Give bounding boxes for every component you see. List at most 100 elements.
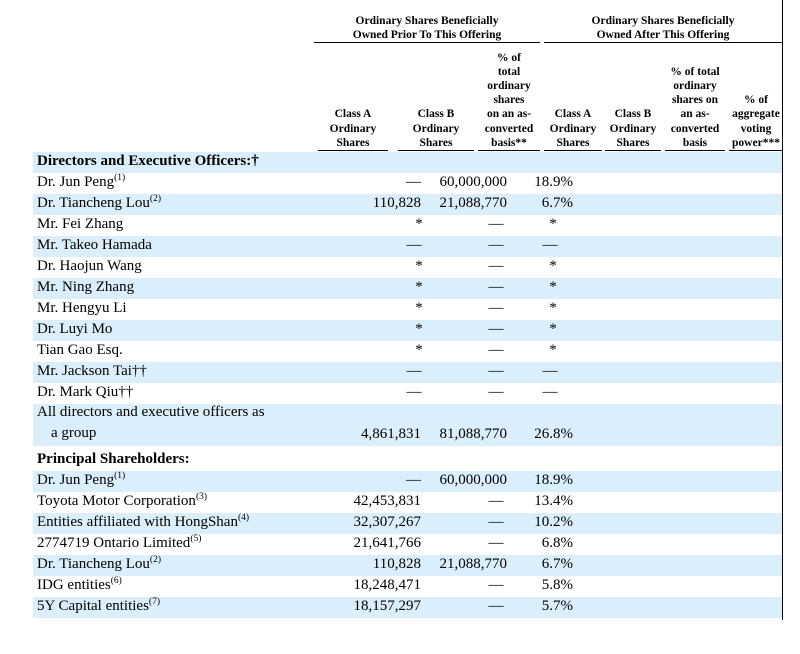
class-b-value: 21,088,770 [439, 555, 508, 572]
row-label: Entities affiliated with HongShan(4) [37, 512, 250, 530]
class-b-value: — [488, 257, 504, 274]
table-row: Dr. Jun Peng(1) — 60,000,000 18.9% [33, 173, 782, 194]
row-label: Mr. Takeo Hamada [37, 236, 152, 253]
table-row: Dr. Tiancheng Lou(2) 110,828 21,088,770 … [33, 194, 782, 215]
row-label: Toyota Motor Corporation(3) [37, 491, 208, 509]
class-a-value: 110,828 [372, 555, 421, 572]
pct-value: — [542, 383, 558, 400]
class-a-value: * [415, 320, 423, 337]
table-row: Dr. Jun Peng(1) — 60,000,000 18.9% [33, 471, 782, 492]
pct-value: — [542, 236, 558, 253]
section-title-directors: Directors and Executive Officers:† [37, 152, 259, 169]
row-label: Dr. Haojun Wang [37, 257, 142, 274]
col-header-class-b-after: Class B Ordinary Shares [605, 46, 661, 151]
class-b-value: — [488, 215, 504, 232]
row-label: Dr. Tiancheng Lou(2) [37, 554, 161, 572]
pct-value: — [542, 362, 558, 379]
class-a-value: 18,248,471 [353, 576, 422, 593]
row-label: All directors and executive officers as a… [37, 404, 265, 441]
pct-value: 5.7% [541, 597, 573, 614]
class-a-value: 110,828 [372, 194, 421, 211]
class-a-value: * [415, 341, 423, 358]
header-group-after: Ordinary Shares Beneficially Owned After… [544, 14, 782, 43]
pct-value: 13.4% [534, 492, 573, 509]
row-label: Mr. Hengyu Li [37, 299, 127, 316]
class-a-value: * [415, 215, 423, 232]
col-header-voting-power: % of aggregate voting power*** [729, 46, 783, 151]
class-a-value: * [415, 299, 423, 316]
class-b-value: — [488, 341, 504, 358]
table-row: Mr. Hengyu Li * — * [33, 299, 782, 320]
class-b-value: — [488, 492, 504, 509]
pct-value: 6.7% [541, 194, 573, 211]
section-row-directors: Directors and Executive Officers:† [33, 152, 782, 173]
header-group-prior-text: Ordinary Shares Beneficially Owned Prior… [352, 15, 502, 41]
pct-value: * [549, 278, 557, 295]
class-b-value: — [488, 236, 504, 253]
pct-value: 18.9% [534, 471, 573, 488]
table-row-total: All directors and executive officers as a… [33, 404, 782, 446]
pct-value: 10.2% [534, 513, 573, 530]
section-row-principal: Principal Shareholders: [33, 450, 782, 471]
row-label: Dr. Luyi Mo [37, 320, 113, 337]
class-b-value: — [488, 299, 504, 316]
row-label: Mr. Fei Zhang [37, 215, 124, 232]
class-b-value: 21,088,770 [439, 194, 508, 211]
header-group-after-text: Ordinary Shares Beneficially Owned After… [591, 15, 735, 41]
row-label: Dr. Tiancheng Lou(2) [37, 193, 161, 211]
col-header-class-a-prior: Class A Ordinary Shares [318, 46, 388, 151]
class-a-value: 21,641,766 [353, 534, 422, 551]
table-row: Dr. Luyi Mo * — * [33, 320, 782, 341]
header-group-prior: Ordinary Shares Beneficially Owned Prior… [314, 14, 540, 43]
pct-value: 6.8% [541, 534, 573, 551]
row-label: Dr. Jun Peng(1) [37, 470, 126, 488]
class-a-value: * [415, 257, 423, 274]
table-row: 2774719 Ontario Limited(5) 21,641,766 — … [33, 534, 782, 555]
class-b-value: 60,000,000 [439, 471, 508, 488]
row-label: Dr. Jun Peng(1) [37, 172, 126, 190]
class-b-value: — [488, 534, 504, 551]
class-b-value: — [488, 513, 504, 530]
section-title-principal: Principal Shareholders: [37, 450, 190, 467]
col-header-class-a-after: Class A Ordinary Shares [544, 46, 602, 151]
col-header-pct-after: % of total ordinary shares on an as- con… [665, 46, 725, 151]
pct-value: 5.8% [541, 576, 573, 593]
pct-value: * [549, 215, 557, 232]
class-b-value: 81,088,770 [439, 425, 508, 442]
class-b-value: 60,000,000 [439, 173, 508, 190]
class-a-value: — [406, 362, 422, 379]
class-a-value: — [406, 236, 422, 253]
class-b-value: — [488, 320, 504, 337]
table-row: Dr. Haojun Wang * — * [33, 257, 782, 278]
table-row: Entities affiliated with HongShan(4) 32,… [33, 513, 782, 534]
row-label: Mr. Jackson Tai†† [37, 362, 147, 379]
class-b-value: — [488, 597, 504, 614]
table-row: 5Y Capital entities(7) 18,157,297 — 5.7% [33, 597, 782, 618]
table-row: IDG entities(6) 18,248,471 — 5.8% [33, 576, 782, 597]
pct-value: * [549, 299, 557, 316]
table-row: Dr. Mark Qiu†† — — — [33, 383, 782, 404]
table-right-border [782, 0, 783, 150]
class-a-value: — [406, 383, 422, 400]
class-b-value: — [488, 278, 504, 295]
class-a-value: 42,453,831 [353, 492, 422, 509]
row-label: IDG entities(6) [37, 575, 122, 593]
class-a-value: — [406, 173, 421, 190]
table-row: Mr. Fei Zhang * — * [33, 215, 782, 236]
class-b-value: — [488, 576, 504, 593]
table-row: Tian Gao Esq. * — * [33, 341, 782, 362]
table-row: Mr. Jackson Tai†† — — — [33, 362, 782, 383]
pct-value: 6.7% [541, 555, 573, 572]
class-a-value: — [406, 471, 421, 488]
class-a-value: * [415, 278, 423, 295]
class-b-value: — [488, 383, 504, 400]
table-row: Mr. Ning Zhang * — * [33, 278, 782, 299]
col-header-pct-prior: % of total ordinary shares on an as- con… [478, 46, 540, 151]
table-right-border-body [782, 150, 783, 620]
pct-value: * [549, 320, 557, 337]
class-a-value: 18,157,297 [353, 597, 422, 614]
row-label: Mr. Ning Zhang [37, 278, 135, 295]
pct-value: * [549, 341, 557, 358]
class-b-value: — [488, 362, 504, 379]
table-row: Toyota Motor Corporation(3) 42,453,831 —… [33, 492, 782, 513]
